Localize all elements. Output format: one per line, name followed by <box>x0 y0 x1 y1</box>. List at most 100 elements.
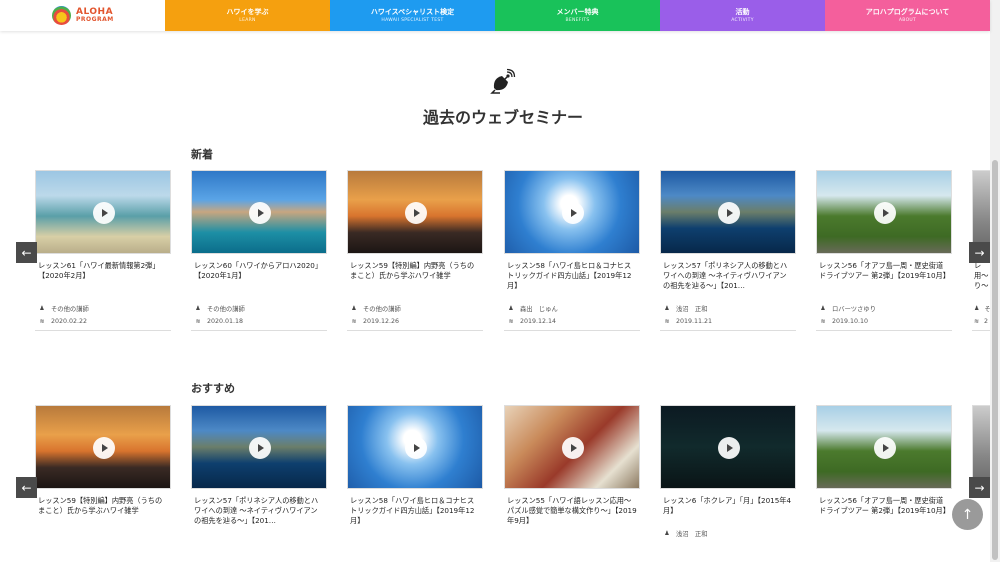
card-title[interactable]: レッスン59【特別編】内野亮（うちのまこと）氏から学ぶハワイ雑学 <box>35 496 171 538</box>
person-icon: ♟ <box>195 304 201 312</box>
play-icon[interactable] <box>249 437 271 459</box>
card-thumbnail[interactable] <box>347 405 483 489</box>
card-thumbnail[interactable] <box>191 405 327 489</box>
card-thumbnail[interactable] <box>35 405 171 489</box>
webinar-card[interactable]: レッスン58「ハワイ島ヒロ＆コナヒストリックガイド四方山話」【2019年12月】 <box>347 405 483 538</box>
card-date: ≋ 2019.12.26 <box>351 317 400 325</box>
card-date: ≋ 2 <box>974 317 989 325</box>
card-divider <box>816 330 952 331</box>
play-icon[interactable] <box>874 202 896 224</box>
wifi-icon: ≋ <box>974 317 980 325</box>
recommended-row-next-button[interactable]: → <box>969 477 990 498</box>
nav-learn[interactable]: ハワイを学ぶ LEARN <box>165 0 330 31</box>
card-thumbnail[interactable] <box>816 405 952 489</box>
card-title[interactable]: レッスン58「ハワイ島ヒロ＆コナヒストリックガイド四方山話」【2019年12月】 <box>347 496 483 538</box>
card-thumbnail[interactable] <box>660 170 796 254</box>
card-date: ≋ 2019.11.21 <box>664 317 713 325</box>
person-icon: ♟ <box>39 304 45 312</box>
site-logo[interactable]: ALOHA PROGRAM <box>0 0 165 31</box>
page-scrollbar[interactable] <box>990 0 1000 562</box>
site-header: ALOHA PROGRAM ハワイを学ぶ LEARN ハワイスペシャリスト検定 … <box>0 0 990 31</box>
play-icon[interactable] <box>93 437 115 459</box>
webinar-card[interactable]: レッスン59【特別編】内野亮（うちのまこと）氏から学ぶハワイ雑学 <box>35 405 171 538</box>
card-date: ≋ 2020.02.22 <box>39 317 88 325</box>
wifi-icon: ≋ <box>39 317 45 325</box>
webinar-card[interactable]: レッスン6「ホクレア」「月」【2015年4月】 ♟ 浅沼 正和 <box>660 405 796 538</box>
person-icon: ♟ <box>664 304 670 312</box>
card-instructor: ♟ その他の講師 <box>351 304 401 313</box>
card-thumbnail[interactable] <box>816 170 952 254</box>
card-title[interactable]: レッスン6「ホクレア」「月」【2015年4月】 <box>660 496 796 528</box>
logo-text-line1: ALOHA <box>76 6 114 17</box>
play-icon[interactable] <box>718 437 740 459</box>
card-divider <box>347 330 483 331</box>
card-divider <box>504 330 640 331</box>
nav-activity[interactable]: 活動 ACTIVITY <box>660 0 825 31</box>
card-title[interactable]: レッスン59【特別編】内野亮（うちのまこと）氏から学ぶハワイ雑学 <box>347 261 483 303</box>
webinar-card[interactable]: レッスン60「ハワイからアロハ2020」【2020年1月】 ♟ その他の講師 ≋ 2… <box>191 170 327 331</box>
wifi-icon: ≋ <box>195 317 201 325</box>
logo-text-line2: PROGRAM <box>76 15 114 23</box>
card-date: ≋ 2019.10.10 <box>820 317 869 325</box>
card-thumbnail[interactable] <box>191 170 327 254</box>
nav-about[interactable]: アロハプログラムについて ABOUT <box>825 0 990 31</box>
play-icon[interactable] <box>562 202 584 224</box>
card-title[interactable]: レッスン60「ハワイからアロハ2020」【2020年1月】 <box>191 261 327 303</box>
webinar-card[interactable]: レッスン57「ポリネシア人の移動とハワイへの到達 〜ネイティヴハワイアンの祖先を… <box>660 170 796 331</box>
webinar-card[interactable]: レッスン55「ハワイ語レッスン応用〜パズル感覚で簡単な構文作り〜」【2019年9… <box>504 405 640 538</box>
card-thumbnail[interactable] <box>660 405 796 489</box>
play-icon[interactable] <box>874 437 896 459</box>
card-instructor: ♟ ロバーツさゆり <box>820 304 876 313</box>
card-instructor: ♟ そ <box>974 304 990 313</box>
card-thumbnail[interactable] <box>35 170 171 254</box>
wifi-icon: ≋ <box>508 317 514 325</box>
logo-sun-icon <box>52 6 71 25</box>
wifi-icon: ≋ <box>664 317 670 325</box>
webinar-card[interactable]: レッスン59【特別編】内野亮（うちのまこと）氏から学ぶハワイ雑学 ♟ その他の講師… <box>347 170 483 331</box>
card-title[interactable]: レッスン58「ハワイ島ヒロ＆コナヒストリックガイド四方山話」【2019年12月】 <box>504 261 640 303</box>
card-divider <box>972 330 990 331</box>
play-icon[interactable] <box>93 202 115 224</box>
webinar-card[interactable]: レッスン57「ポリネシア人の移動とハワイへの到達 〜ネイティヴハワイアンの祖先を… <box>191 405 327 538</box>
card-title[interactable]: レ用〜り〜 <box>972 261 990 303</box>
new-row-prev-button[interactable]: ← <box>16 242 37 263</box>
card-instructor: ♟ 浅沼 正和 <box>664 529 708 538</box>
person-icon: ♟ <box>508 304 514 312</box>
webinar-card[interactable]: レッスン58「ハワイ島ヒロ＆コナヒストリックガイド四方山話」【2019年12月】… <box>504 170 640 331</box>
card-title[interactable]: レッスン57「ポリネシア人の移動とハワイへの到達 〜ネイティヴハワイアンの祖先を… <box>660 261 796 303</box>
play-icon[interactable] <box>562 437 584 459</box>
satellite-dish-icon <box>490 68 516 94</box>
nav-specialist-test[interactable]: ハワイスペシャリスト検定 HAWAII SPECIALIST TEST <box>330 0 495 31</box>
webinar-card[interactable]: レッスン56「オアフ島一周・歴史街道ドライブツアー 第2弾」【2019年10月】… <box>816 170 952 331</box>
card-title[interactable]: レッスン55「ハワイ語レッスン応用〜パズル感覚で簡単な構文作り〜」【2019年9… <box>504 496 640 538</box>
back-to-top-button[interactable]: ↑ <box>952 499 983 530</box>
play-icon[interactable] <box>405 437 427 459</box>
row-label-recommended: おすすめ <box>191 382 235 395</box>
card-thumbnail[interactable] <box>504 405 640 489</box>
card-thumbnail[interactable] <box>347 170 483 254</box>
card-instructor: ♟ その他の講師 <box>195 304 245 313</box>
webinar-card[interactable]: レッスン61「ハワイ最新情報第2弾」【2020年2月】 ♟ その他の講師 ≋ 202… <box>35 170 171 331</box>
play-icon[interactable] <box>249 202 271 224</box>
card-title[interactable]: レッスン56「オアフ島一周・歴史街道ドライブツアー 第2弾」【2019年10月】 <box>816 496 952 538</box>
person-icon: ♟ <box>351 304 357 312</box>
scrollbar-thumb[interactable] <box>992 160 998 560</box>
card-divider <box>191 330 327 331</box>
person-icon: ♟ <box>974 304 980 312</box>
person-icon: ♟ <box>820 304 826 312</box>
card-title[interactable]: レッスン61「ハワイ最新情報第2弾」【2020年2月】 <box>35 261 171 303</box>
card-title[interactable]: レッスン56「オアフ島一周・歴史街道ドライブツアー 第2弾」【2019年10月】 <box>816 261 952 303</box>
new-row-next-button[interactable]: → <box>969 242 990 263</box>
section-title: 過去のウェブセミナー <box>422 108 583 127</box>
card-date: ≋ 2019.12.14 <box>508 317 557 325</box>
recommended-row-prev-button[interactable]: ← <box>16 477 37 498</box>
play-icon[interactable] <box>718 202 740 224</box>
play-icon[interactable] <box>405 202 427 224</box>
card-instructor: ♟ 浅沼 正和 <box>664 304 708 313</box>
card-divider <box>35 330 171 331</box>
webinar-card[interactable]: レッスン56「オアフ島一周・歴史街道ドライブツアー 第2弾」【2019年10月】 <box>816 405 952 538</box>
wifi-icon: ≋ <box>820 317 826 325</box>
nav-benefits[interactable]: メンバー特典 BENEFITS <box>495 0 660 31</box>
card-thumbnail[interactable] <box>504 170 640 254</box>
card-title[interactable]: レッスン57「ポリネシア人の移動とハワイへの到達 〜ネイティヴハワイアンの祖先を… <box>191 496 327 538</box>
